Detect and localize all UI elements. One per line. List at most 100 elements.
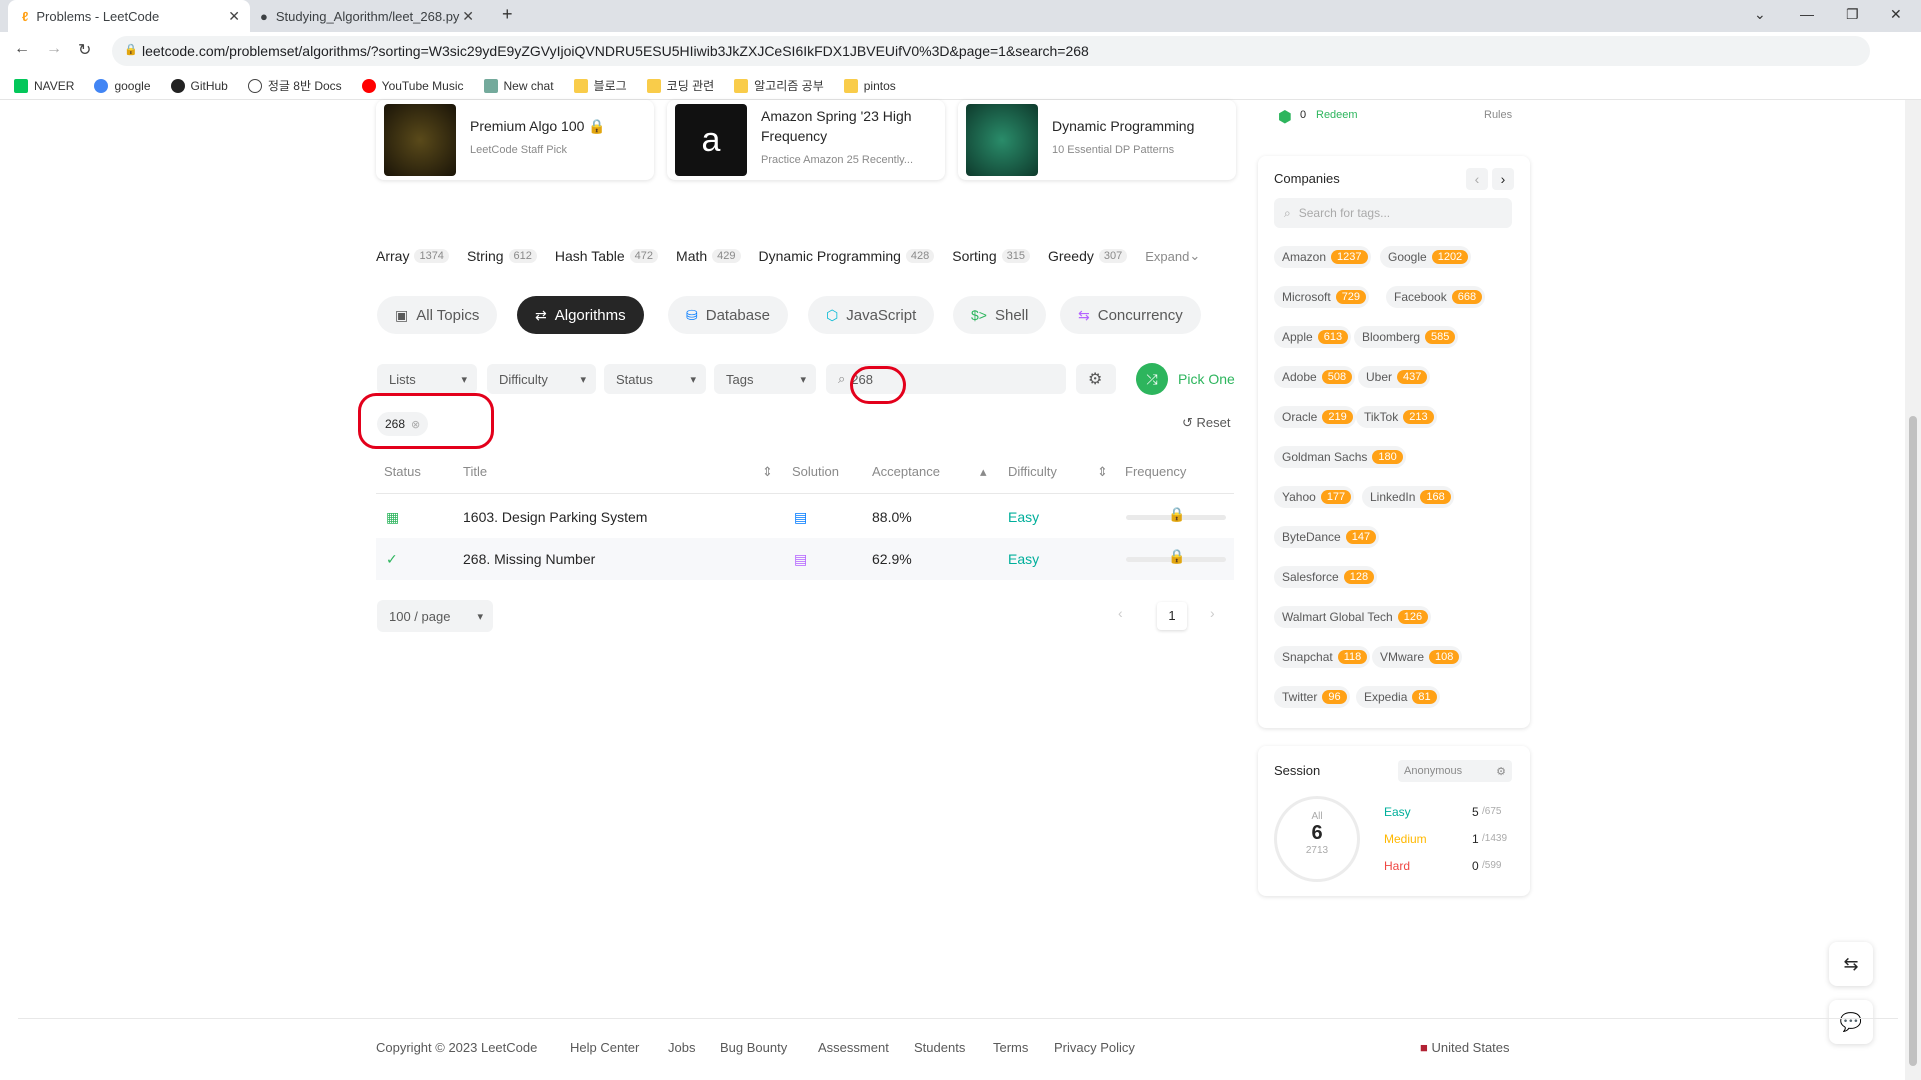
bookmark-folder-blog[interactable]: 블로그: [573, 77, 627, 94]
footer-link[interactable]: Help Center: [570, 1040, 639, 1055]
new-tab-button[interactable]: +: [502, 4, 513, 25]
expand-button[interactable]: Expand ⌄: [1145, 248, 1200, 264]
tab-github[interactable]: ● Studying_Algorithm/leet_268.py ✕: [252, 0, 484, 32]
company-tag[interactable]: TikTok 213: [1356, 406, 1437, 428]
footer-link[interactable]: Terms: [993, 1040, 1028, 1055]
tab-leetcode[interactable]: ℓ Problems - LeetCode ✕: [8, 0, 250, 32]
company-tag[interactable]: LinkedIn 168: [1362, 486, 1454, 508]
topic-sorting[interactable]: Sorting 315: [952, 248, 1030, 264]
bookmark-google[interactable]: google: [94, 78, 151, 93]
companies-prev-button[interactable]: ‹: [1466, 168, 1488, 190]
topic-array[interactable]: Array 1374: [376, 248, 449, 264]
sort-icon[interactable]: ⇕: [762, 464, 773, 480]
company-tag[interactable]: VMware 108: [1372, 646, 1463, 668]
sort-icon[interactable]: ⇕: [1097, 464, 1108, 480]
close-window-button[interactable]: ✕: [1890, 6, 1902, 23]
minimize-button[interactable]: —: [1800, 6, 1814, 22]
company-tag[interactable]: Google 1202: [1380, 246, 1472, 268]
header-difficulty[interactable]: Difficulty: [1008, 464, 1057, 479]
company-tag[interactable]: Apple 613: [1274, 326, 1352, 348]
session-selector[interactable]: Anonymous ⚙: [1398, 760, 1512, 782]
footer-link[interactable]: Bug Bounty: [720, 1040, 787, 1055]
company-tag[interactable]: Snapchat 118: [1274, 646, 1371, 668]
company-tag[interactable]: Walmart Global Tech 126: [1274, 606, 1432, 628]
restore-button[interactable]: ❐: [1846, 6, 1859, 23]
footer-link[interactable]: Assessment: [818, 1040, 889, 1055]
topic-string[interactable]: String 612: [467, 248, 537, 264]
featured-card-dp[interactable]: Dynamic Programming 10 Essential DP Patt…: [958, 100, 1236, 180]
url-field[interactable]: 🔒 leetcode.com/problemset/algorithms/?so…: [112, 36, 1870, 66]
bookmark-naver[interactable]: NAVER: [14, 78, 74, 93]
back-icon[interactable]: ←: [14, 40, 30, 58]
category-concurrency[interactable]: ⇆ Concurrency: [1060, 296, 1201, 334]
reset-button[interactable]: ↺ Reset: [1182, 415, 1231, 431]
bookmark-docs[interactable]: 정글 8반 Docs: [247, 77, 342, 94]
tab-search-icon[interactable]: ⌄: [1754, 6, 1766, 23]
gear-icon[interactable]: ⚙: [1496, 765, 1506, 778]
rules-link[interactable]: Rules: [1484, 109, 1512, 121]
bookmark-youtube-music[interactable]: YouTube Music: [361, 78, 464, 93]
company-tag[interactable]: ByteDance 147: [1274, 526, 1380, 548]
reload-icon[interactable]: ↻: [78, 40, 91, 60]
company-tag[interactable]: Facebook 668: [1386, 286, 1486, 308]
bookmark-folder-coding[interactable]: 코딩 관련: [646, 77, 714, 94]
problem-title[interactable]: 268. Missing Number: [463, 551, 595, 567]
prev-page-button[interactable]: ‹: [1118, 605, 1142, 629]
bookmark-github[interactable]: GitHub: [170, 78, 228, 93]
company-tag[interactable]: Oracle 219: [1274, 406, 1356, 428]
company-tag[interactable]: Uber 437: [1358, 366, 1431, 388]
company-tag[interactable]: Goldman Sachs 180: [1274, 446, 1406, 468]
scrollbar[interactable]: [1905, 100, 1921, 1080]
companies-next-button[interactable]: ›: [1492, 168, 1514, 190]
difficulty-dropdown[interactable]: Difficulty ▾: [487, 364, 596, 394]
category-shell[interactable]: $> Shell: [953, 296, 1047, 334]
page-1-button[interactable]: 1: [1157, 602, 1187, 630]
bookmark-new-chat[interactable]: New chat: [483, 78, 554, 93]
lists-dropdown[interactable]: Lists ▾: [377, 364, 477, 394]
next-page-button[interactable]: ›: [1210, 605, 1234, 629]
topic-dynamic-programming[interactable]: Dynamic Programming 428: [759, 248, 935, 264]
redeem-link[interactable]: Redeem: [1316, 109, 1358, 121]
company-tag[interactable]: Bloomberg 585: [1354, 326, 1459, 348]
company-tag[interactable]: Salesforce 128: [1274, 566, 1378, 588]
featured-card-premium-algo[interactable]: Premium Algo 100 🔒 LeetCode Staff Pick: [376, 100, 654, 180]
category-algorithms[interactable]: ⇄ Algorithms: [517, 296, 644, 334]
company-tag[interactable]: Yahoo 177: [1274, 486, 1355, 508]
forward-icon[interactable]: →: [46, 40, 62, 58]
category-javascript[interactable]: ⬡ JavaScript: [808, 296, 935, 334]
region-selector[interactable]: ■ United States: [1420, 1040, 1510, 1055]
company-tag[interactable]: Adobe 508: [1274, 366, 1356, 388]
company-tag[interactable]: Twitter 96: [1274, 686, 1350, 708]
table-row[interactable]: ✓ 268. Missing Number ▤ 62.9% Easy 🔒: [376, 538, 1234, 580]
switch-layout-button[interactable]: ⇆: [1829, 942, 1873, 986]
tags-dropdown[interactable]: Tags ▾: [714, 364, 816, 394]
topic-hash-table[interactable]: Hash Table 472: [555, 248, 659, 264]
solution-icon[interactable]: ▤: [794, 551, 807, 568]
scrollbar-thumb[interactable]: [1909, 416, 1917, 1066]
footer-link[interactable]: Jobs: [668, 1040, 695, 1055]
header-title[interactable]: Title: [463, 464, 487, 479]
header-acceptance[interactable]: Acceptance: [872, 464, 940, 479]
table-row[interactable]: ▦ 1603. Design Parking System ▤ 88.0% Ea…: [376, 496, 1234, 538]
status-dropdown[interactable]: Status ▾: [604, 364, 706, 394]
feedback-button[interactable]: 💬: [1829, 1000, 1873, 1044]
featured-card-amazon[interactable]: a Amazon Spring '23 High Frequency Pract…: [667, 100, 945, 180]
category-database[interactable]: ⛁ Database: [668, 296, 788, 334]
company-tag[interactable]: Expedia 81: [1356, 686, 1440, 708]
footer-link[interactable]: Students: [914, 1040, 965, 1055]
bookmark-folder-algorithm[interactable]: 알고리즘 공부: [734, 77, 824, 94]
close-tab-icon[interactable]: ✕: [462, 8, 474, 25]
footer-link[interactable]: Privacy Policy: [1054, 1040, 1135, 1055]
problem-title[interactable]: 1603. Design Parking System: [463, 509, 647, 525]
bookmark-folder-pintos[interactable]: pintos: [843, 78, 896, 93]
topic-greedy[interactable]: Greedy 307: [1048, 248, 1128, 264]
settings-button[interactable]: ⚙: [1076, 364, 1116, 394]
pick-one-button[interactable]: ⤮ Pick One: [1136, 363, 1235, 395]
topic-math[interactable]: Math 429: [676, 248, 741, 264]
category-all-topics[interactable]: ▣ All Topics: [377, 296, 498, 334]
company-search-input[interactable]: ⌕ Search for tags...: [1274, 198, 1512, 228]
sort-asc-icon[interactable]: ▴: [980, 464, 987, 480]
close-tab-icon[interactable]: ✕: [228, 8, 240, 25]
page-size-dropdown[interactable]: 100 / page ▾: [377, 600, 493, 632]
company-tag[interactable]: Amazon 1237: [1274, 246, 1371, 268]
